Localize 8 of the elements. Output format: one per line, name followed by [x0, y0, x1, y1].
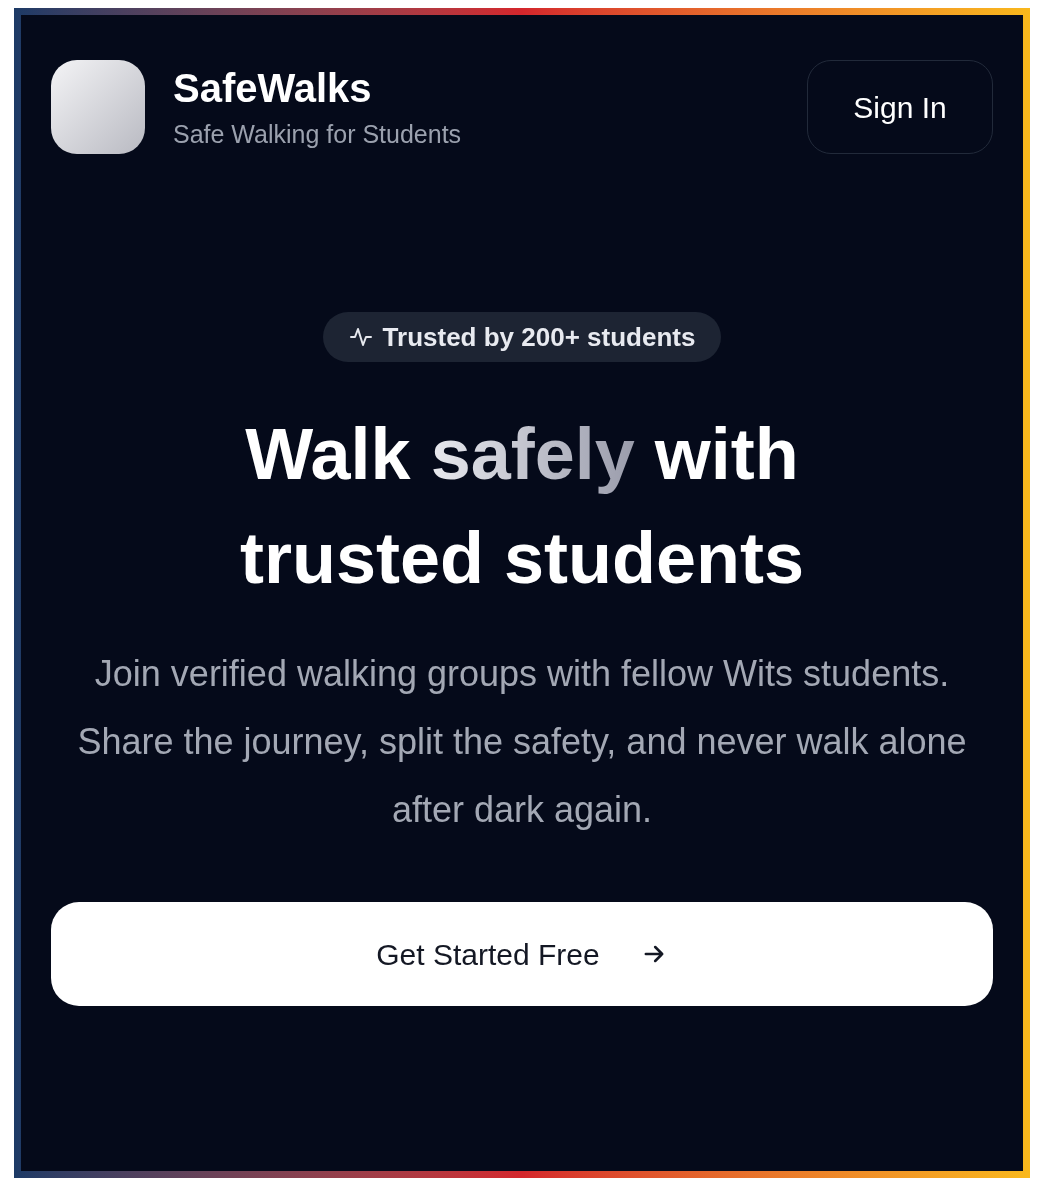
get-started-button[interactable]: Get Started Free [51, 902, 993, 1006]
description: Join verified walking groups with fellow Wits students. Share the journey, split the safety, and never walk alone after dark again. [76, 652, 968, 832]
sign-in-button[interactable]: Sign In [807, 60, 993, 154]
badge-text: Trusted by 200+ students [382, 320, 696, 354]
app-tagline: Safe Walking for Students [173, 119, 462, 149]
pulse-icon [348, 325, 373, 349]
headline: Walk safely with trusted students [238, 413, 805, 600]
app-name: SafeWalks [173, 65, 373, 111]
